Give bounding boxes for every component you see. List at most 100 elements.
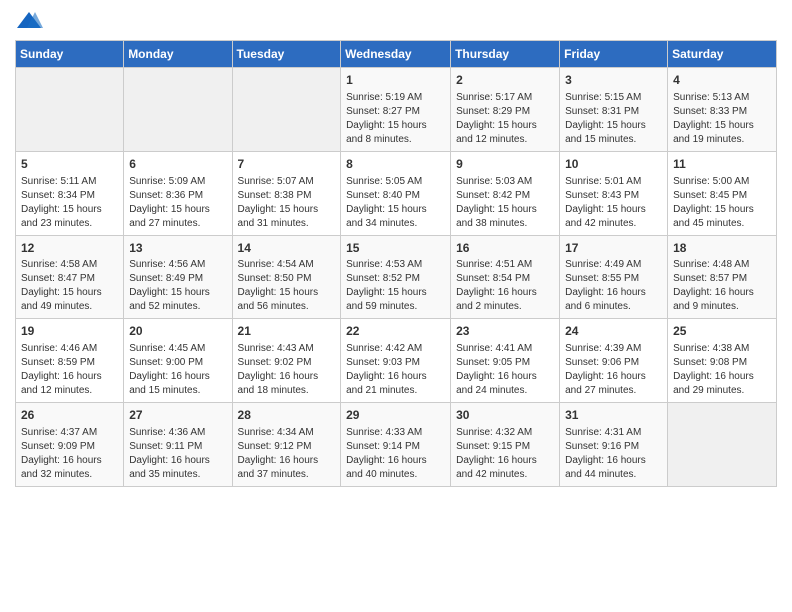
day-info: Sunrise: 5:17 AMSunset: 8:29 PMDaylight:…	[456, 91, 554, 147]
day-info: Sunrise: 4:45 AMSunset: 9:00 PMDaylight:…	[129, 342, 226, 398]
day-number: 6	[129, 156, 226, 173]
calendar-cell: 16Sunrise: 4:51 AMSunset: 8:54 PMDayligh…	[451, 235, 560, 319]
day-info: Sunrise: 4:39 AMSunset: 9:06 PMDaylight:…	[565, 342, 662, 398]
day-number: 20	[129, 323, 226, 340]
calendar-cell: 25 Sunrise: 4:38 AMSunset: 9:08 PMDayligh…	[668, 319, 777, 403]
day-number: 15	[346, 240, 445, 257]
day-info: Sunrise: 5:15 AMSunset: 8:31 PMDaylight:…	[565, 91, 662, 147]
day-info: Sunrise: 4:46 AMSunset: 8:59 PMDaylight:…	[21, 342, 118, 398]
day-number: 13	[129, 240, 226, 257]
day-number: 16	[456, 240, 554, 257]
calendar-cell: 7 Sunrise: 5:07 AMSunset: 8:38 PMDaylight…	[232, 151, 341, 235]
calendar-cell: 27Sunrise: 4:36 AMSunset: 9:11 PMDayligh…	[124, 403, 232, 487]
day-info: Sunrise: 4:56 AMSunset: 8:49 PMDaylight:…	[129, 258, 226, 314]
day-number: 19	[21, 323, 118, 340]
weekday-header-sunday: Sunday	[16, 41, 124, 68]
day-info: Sunrise: 4:31 AMSunset: 9:16 PMDaylight:…	[565, 426, 662, 482]
day-info: Sunrise: 4:41 AMSunset: 9:05 PMDaylight:…	[456, 342, 554, 398]
calendar-cell	[124, 68, 232, 152]
calendar-cell: 20 Sunrise: 4:45 AMSunset: 9:00 PMDayligh…	[124, 319, 232, 403]
day-number: 2	[456, 72, 554, 89]
calendar-cell: 22 Sunrise: 4:42 AMSunset: 9:03 PMDayligh…	[341, 319, 451, 403]
day-number: 25	[673, 323, 771, 340]
day-info: Sunrise: 5:00 AMSunset: 8:45 PMDaylight:…	[673, 175, 771, 231]
calendar-cell: 9 Sunrise: 5:03 AMSunset: 8:42 PMDaylight…	[451, 151, 560, 235]
logo-icon	[15, 10, 43, 32]
day-info: Sunrise: 4:33 AMSunset: 9:14 PMDaylight:…	[346, 426, 445, 482]
weekday-header-tuesday: Tuesday	[232, 41, 341, 68]
day-info: Sunrise: 4:58 AMSunset: 8:47 PMDaylight:…	[21, 258, 118, 314]
day-number: 4	[673, 72, 771, 89]
calendar-cell: 15Sunrise: 4:53 AMSunset: 8:52 PMDayligh…	[341, 235, 451, 319]
day-number: 17	[565, 240, 662, 257]
day-number: 8	[346, 156, 445, 173]
day-info: Sunrise: 4:42 AMSunset: 9:03 PMDaylight:…	[346, 342, 445, 398]
calendar-cell: 23 Sunrise: 4:41 AMSunset: 9:05 PMDayligh…	[451, 319, 560, 403]
day-info: Sunrise: 4:36 AMSunset: 9:11 PMDaylight:…	[129, 426, 226, 482]
calendar-cell: 19 Sunrise: 4:46 AMSunset: 8:59 PMDayligh…	[16, 319, 124, 403]
day-number: 3	[565, 72, 662, 89]
calendar-cell: 26 Sunrise: 4:37 AMSunset: 9:09 PMDayligh…	[16, 403, 124, 487]
day-info: Sunrise: 4:43 AMSunset: 9:02 PMDaylight:…	[238, 342, 336, 398]
day-number: 12	[21, 240, 118, 257]
calendar-cell: 24 Sunrise: 4:39 AMSunset: 9:06 PMDayligh…	[560, 319, 668, 403]
weekday-header-friday: Friday	[560, 41, 668, 68]
calendar-cell: 4Sunrise: 5:13 AMSunset: 8:33 PMDaylight…	[668, 68, 777, 152]
calendar-cell: 12Sunrise: 4:58 AMSunset: 8:47 PMDayligh…	[16, 235, 124, 319]
day-info: Sunrise: 4:32 AMSunset: 9:15 PMDaylight:…	[456, 426, 554, 482]
weekday-header-monday: Monday	[124, 41, 232, 68]
day-number: 28	[238, 407, 336, 424]
day-number: 26	[21, 407, 118, 424]
day-number: 21	[238, 323, 336, 340]
calendar-cell: 11 Sunrise: 5:00 AMSunset: 8:45 PMDayligh…	[668, 151, 777, 235]
day-info: Sunrise: 4:49 AMSunset: 8:55 PMDaylight:…	[565, 258, 662, 314]
calendar-cell: 1 Sunrise: 5:19 AMSunset: 8:27 PMDaylight…	[341, 68, 451, 152]
weekday-header-wednesday: Wednesday	[341, 41, 451, 68]
day-number: 11	[673, 156, 771, 173]
day-info: Sunrise: 5:11 AMSunset: 8:34 PMDaylight:…	[21, 175, 118, 231]
calendar-cell: 2 Sunrise: 5:17 AMSunset: 8:29 PMDaylight…	[451, 68, 560, 152]
calendar-cell: 29Sunrise: 4:33 AMSunset: 9:14 PMDayligh…	[341, 403, 451, 487]
calendar-table: SundayMondayTuesdayWednesdayThursdayFrid…	[15, 40, 777, 487]
calendar-cell: 21 Sunrise: 4:43 AMSunset: 9:02 PMDayligh…	[232, 319, 341, 403]
logo	[15, 10, 47, 32]
weekday-header-saturday: Saturday	[668, 41, 777, 68]
day-number: 23	[456, 323, 554, 340]
calendar-cell: 14Sunrise: 4:54 AMSunset: 8:50 PMDayligh…	[232, 235, 341, 319]
calendar-cell: 18Sunrise: 4:48 AMSunset: 8:57 PMDayligh…	[668, 235, 777, 319]
day-info: Sunrise: 4:51 AMSunset: 8:54 PMDaylight:…	[456, 258, 554, 314]
day-number: 14	[238, 240, 336, 257]
calendar-cell: 8 Sunrise: 5:05 AMSunset: 8:40 PMDaylight…	[341, 151, 451, 235]
calendar-cell: 10Sunrise: 5:01 AMSunset: 8:43 PMDayligh…	[560, 151, 668, 235]
calendar-cell: 3 Sunrise: 5:15 AMSunset: 8:31 PMDaylight…	[560, 68, 668, 152]
calendar-cell: 13Sunrise: 4:56 AMSunset: 8:49 PMDayligh…	[124, 235, 232, 319]
day-info: Sunrise: 4:54 AMSunset: 8:50 PMDaylight:…	[238, 258, 336, 314]
page-header	[15, 10, 777, 32]
day-info: Sunrise: 5:07 AMSunset: 8:38 PMDaylight:…	[238, 175, 336, 231]
day-info: Sunrise: 4:53 AMSunset: 8:52 PMDaylight:…	[346, 258, 445, 314]
day-number: 5	[21, 156, 118, 173]
day-number: 22	[346, 323, 445, 340]
calendar-cell	[668, 403, 777, 487]
day-number: 7	[238, 156, 336, 173]
day-info: Sunrise: 4:34 AMSunset: 9:12 PMDaylight:…	[238, 426, 336, 482]
calendar-cell: 30 Sunrise: 4:32 AMSunset: 9:15 PMDayligh…	[451, 403, 560, 487]
day-number: 10	[565, 156, 662, 173]
day-number: 24	[565, 323, 662, 340]
day-number: 18	[673, 240, 771, 257]
day-info: Sunrise: 4:37 AMSunset: 9:09 PMDaylight:…	[21, 426, 118, 482]
day-number: 30	[456, 407, 554, 424]
day-info: Sunrise: 5:05 AMSunset: 8:40 PMDaylight:…	[346, 175, 445, 231]
day-number: 31	[565, 407, 662, 424]
day-number: 9	[456, 156, 554, 173]
day-number: 1	[346, 72, 445, 89]
weekday-header-thursday: Thursday	[451, 41, 560, 68]
day-info: Sunrise: 5:19 AMSunset: 8:27 PMDaylight:…	[346, 91, 445, 147]
calendar-cell	[16, 68, 124, 152]
calendar-cell: 6 Sunrise: 5:09 AMSunset: 8:36 PMDaylight…	[124, 151, 232, 235]
calendar-cell: 17Sunrise: 4:49 AMSunset: 8:55 PMDayligh…	[560, 235, 668, 319]
day-info: Sunrise: 4:38 AMSunset: 9:08 PMDaylight:…	[673, 342, 771, 398]
calendar-cell: 5 Sunrise: 5:11 AMSunset: 8:34 PMDaylight…	[16, 151, 124, 235]
day-info: Sunrise: 5:03 AMSunset: 8:42 PMDaylight:…	[456, 175, 554, 231]
day-info: Sunrise: 5:09 AMSunset: 8:36 PMDaylight:…	[129, 175, 226, 231]
